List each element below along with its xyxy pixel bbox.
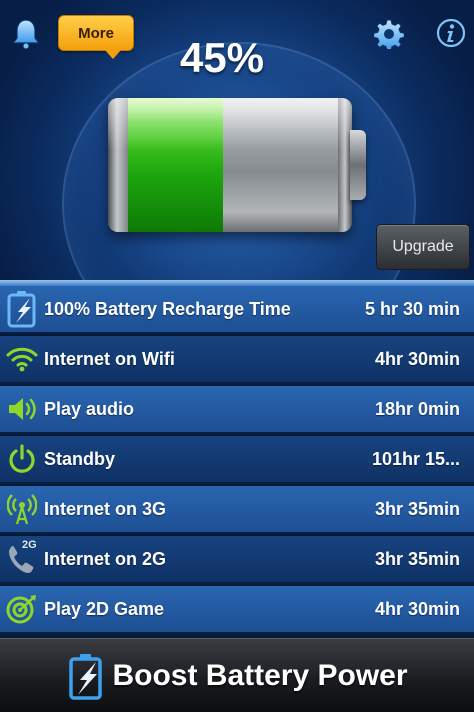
- list-item[interactable]: 100% Battery Recharge Time 5 hr 30 min: [0, 286, 474, 334]
- list-item[interactable]: 2G Internet on 2G 3hr 35min: [0, 536, 474, 584]
- list-item-label: Play 2D Game: [44, 598, 165, 619]
- wifi-icon: [0, 335, 44, 383]
- upgrade-button[interactable]: Upgrade: [376, 224, 470, 270]
- battery-charge-icon: [0, 285, 44, 333]
- list-item[interactable]: Internet on Wifi 4hr 30min: [0, 336, 474, 384]
- battery-graphic: [108, 98, 352, 232]
- battery-shine: [108, 98, 352, 150]
- list-item-value: 4hr 30min: [374, 598, 460, 619]
- boost-battery-title: Boost Battery Power: [112, 658, 408, 692]
- target-icon: [0, 585, 44, 633]
- battery-percent: 45%: [179, 34, 265, 81]
- list-item[interactable]: Standby 101hr 15...: [0, 436, 474, 484]
- boost-battery-button[interactable]: Boost Battery Power: [0, 638, 474, 712]
- list-item-label: 100% Battery Recharge Time: [44, 298, 291, 319]
- list-item[interactable]: Play audio 18hr 0min: [0, 386, 474, 434]
- list-item-label: Internet on 2G: [44, 548, 167, 569]
- battery-status-panel: More 45% Upgrade: [0, 0, 474, 280]
- power-icon: [0, 435, 44, 483]
- speaker-icon: [0, 385, 44, 433]
- usage-time-list: 100% Battery Recharge Time 5 hr 30 min I…: [0, 280, 474, 637]
- list-item[interactable]: Internet on 3G 3hr 35min: [0, 486, 474, 534]
- list-item-label: Standby: [44, 448, 116, 469]
- phone-2g-icon: 2G: [0, 535, 44, 583]
- phone-2g-badge: 2G: [22, 539, 37, 551]
- list-item-value: 101hr 15...: [371, 448, 460, 469]
- list-item-label: Internet on 3G: [44, 498, 167, 519]
- list-item[interactable]: Play 2D Game 4hr 30min: [0, 586, 474, 634]
- battery-charge-icon: [66, 651, 106, 701]
- list-item-label: Play audio: [44, 398, 135, 419]
- list-item-value: 3hr 35min: [374, 498, 460, 519]
- list-item-label: Internet on Wifi: [44, 348, 175, 369]
- list-item-value: 4hr 30min: [374, 348, 460, 369]
- upgrade-button-label: Upgrade: [392, 238, 454, 255]
- battery-terminal: [350, 130, 366, 200]
- list-item-value: 3hr 35min: [374, 548, 460, 569]
- antenna-icon: [0, 485, 44, 533]
- list-item-value: 5 hr 30 min: [364, 298, 460, 319]
- list-item-value: 18hr 0min: [374, 398, 460, 419]
